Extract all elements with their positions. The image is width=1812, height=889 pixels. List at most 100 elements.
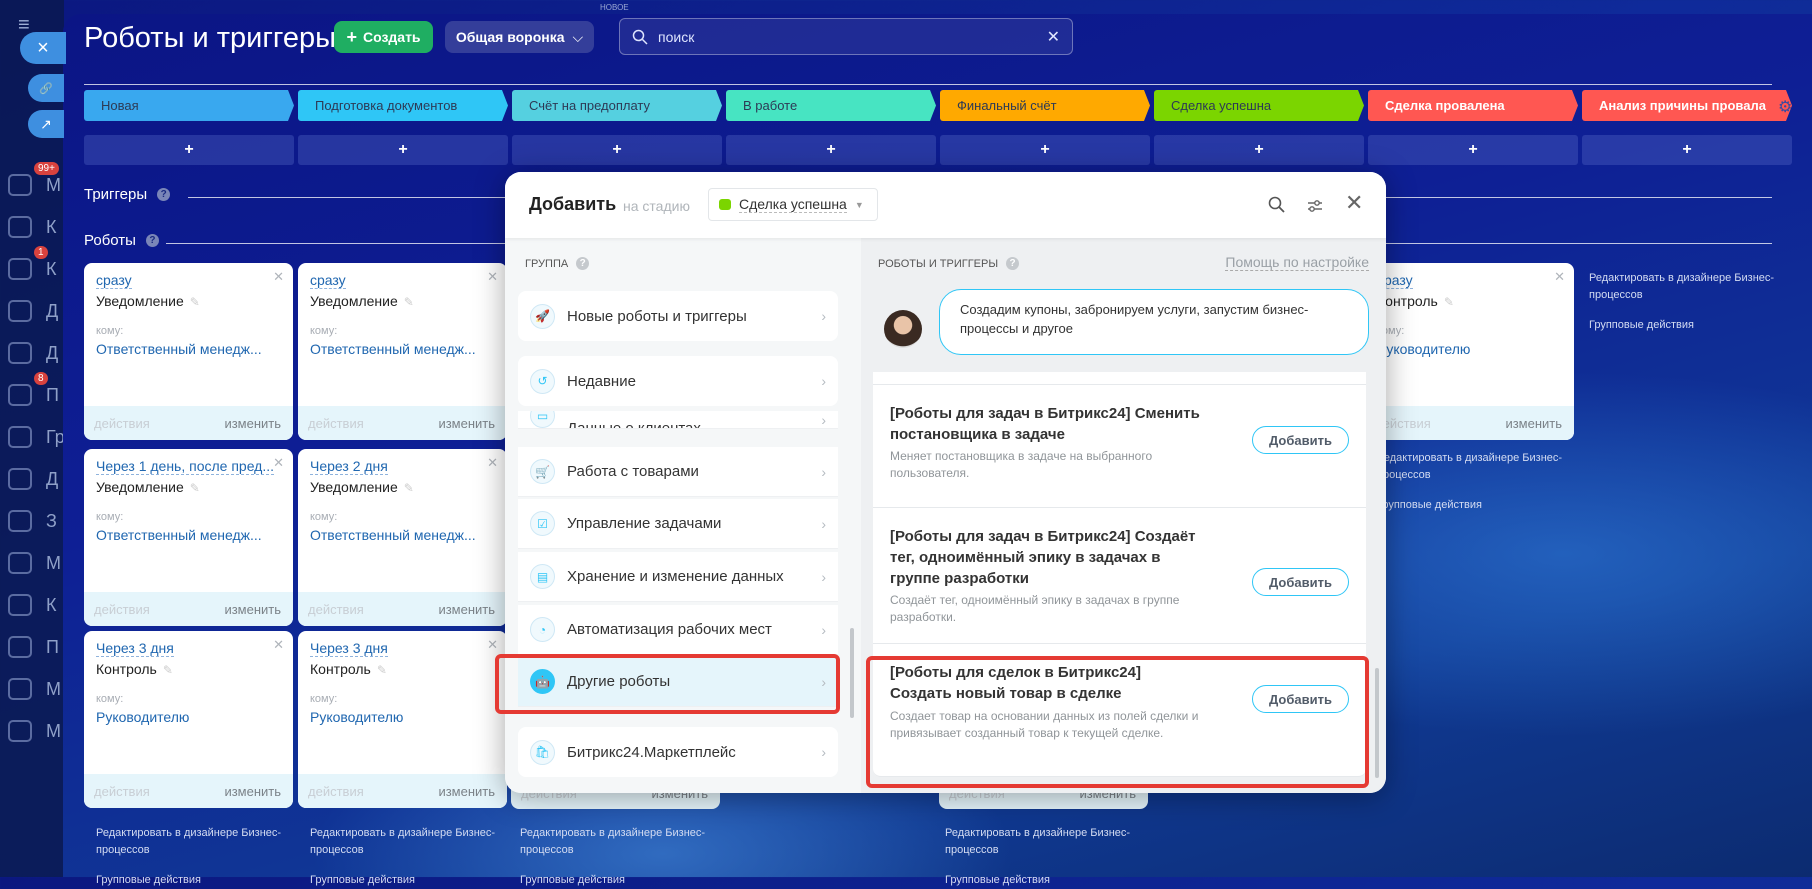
robot-card[interactable]: сразу ✕ Уведомление ✎ кому: Ответственный… bbox=[298, 263, 507, 440]
actions-link[interactable]: действия bbox=[94, 784, 150, 799]
actions-link[interactable]: действия bbox=[94, 416, 150, 431]
copy-link-button[interactable]: 🔗 bbox=[28, 74, 64, 102]
recipient-link[interactable]: Руководителю bbox=[1377, 341, 1470, 357]
add-robot-button[interactable]: Добавить bbox=[1252, 426, 1349, 454]
delete-icon[interactable]: ✕ bbox=[273, 455, 284, 471]
actions-link[interactable]: действия bbox=[308, 602, 364, 617]
close-icon[interactable]: ✕ bbox=[1345, 190, 1363, 216]
stage-column-header[interactable]: В работе bbox=[726, 90, 936, 121]
recipient-link[interactable]: Ответственный менедж... bbox=[310, 341, 476, 357]
stage-column-header[interactable]: Новая bbox=[84, 90, 294, 121]
add-trigger-button[interactable]: + bbox=[1582, 135, 1792, 165]
edit-in-designer-link[interactable]: Редактировать в дизайнере Бизнес-процесс… bbox=[1377, 450, 1577, 484]
add-trigger-button[interactable]: + bbox=[726, 135, 936, 165]
add-trigger-button[interactable]: + bbox=[512, 135, 722, 165]
edit-link[interactable]: изменить bbox=[438, 416, 495, 431]
recipient-link[interactable]: Ответственный менедж... bbox=[96, 527, 262, 543]
pencil-icon[interactable]: ✎ bbox=[190, 481, 200, 495]
edit-in-designer-link[interactable]: Редактировать в дизайнере Бизнес-процесс… bbox=[96, 825, 296, 859]
group-actions-link[interactable]: Групповые действия bbox=[96, 872, 296, 889]
recipient-link[interactable]: Руководителю bbox=[310, 709, 403, 725]
stage-column-header[interactable]: Сделка успешна bbox=[1154, 90, 1364, 121]
actions-link[interactable]: действия bbox=[94, 602, 150, 617]
pencil-icon[interactable]: ✎ bbox=[404, 481, 414, 495]
delete-icon[interactable]: ✕ bbox=[487, 455, 498, 471]
add-trigger-button[interactable]: + bbox=[1154, 135, 1364, 165]
stage-column-header[interactable]: Подготовка документов bbox=[298, 90, 508, 121]
open-new-window-button[interactable]: ↗ bbox=[28, 110, 64, 138]
delete-icon[interactable]: ✕ bbox=[1554, 269, 1565, 285]
help-setup-link[interactable]: Помощь по настройке bbox=[1225, 254, 1369, 271]
group-item[interactable]: 🛒 Работа с товарами › bbox=[518, 447, 838, 497]
actions-link[interactable]: действия bbox=[308, 416, 364, 431]
search-icon[interactable] bbox=[1268, 196, 1286, 214]
pencil-icon[interactable]: ✎ bbox=[1444, 295, 1454, 309]
scrollbar[interactable] bbox=[850, 628, 854, 718]
stage-column-header[interactable]: Анализ причины провала bbox=[1582, 90, 1792, 121]
add-trigger-button[interactable]: + bbox=[1368, 135, 1578, 165]
group-actions-link[interactable]: Групповые действия bbox=[310, 872, 510, 889]
group-actions-link[interactable]: Групповые действия bbox=[945, 872, 1145, 889]
edit-in-designer-link[interactable]: Редактировать в дизайнере Бизнес-процесс… bbox=[310, 825, 510, 859]
group-item[interactable]: 🛍 Битрикс24.Маркетплейс › bbox=[518, 727, 838, 777]
funnel-select[interactable]: Общая воронка ⌵ bbox=[445, 21, 594, 53]
stage-select[interactable]: Сделка успешна ▼ bbox=[708, 188, 878, 221]
robot-delay-link[interactable]: Через 1 день, после пред... bbox=[96, 458, 275, 475]
filter-settings-icon[interactable] bbox=[1306, 197, 1324, 215]
edit-link[interactable]: изменить bbox=[224, 784, 281, 799]
edit-link[interactable]: изменить bbox=[1505, 416, 1562, 431]
stage-column-header[interactable]: Финальный счёт bbox=[940, 90, 1150, 121]
robot-card[interactable]: сразу ✕ Уведомление ✎ кому: Ответственный… bbox=[84, 263, 293, 440]
edit-in-designer-link[interactable]: Редактировать в дизайнере Бизнес-процесс… bbox=[945, 825, 1145, 859]
group-item[interactable]: ▤ Хранение и изменение данных › bbox=[518, 552, 838, 602]
group-item[interactable]: ▭ Данные о клиентах › bbox=[518, 411, 838, 429]
group-item[interactable]: ☑ Управление задачами › bbox=[518, 499, 838, 549]
help-icon[interactable]: ? bbox=[157, 188, 171, 201]
group-actions-link[interactable]: Групповые действия bbox=[1589, 317, 1789, 334]
group-actions-link[interactable]: Групповые действия bbox=[1377, 497, 1577, 514]
delete-icon[interactable]: ✕ bbox=[273, 269, 284, 285]
create-button[interactable]: + Создать bbox=[334, 21, 433, 53]
pencil-icon[interactable]: ✎ bbox=[163, 663, 173, 677]
robot-card[interactable]: Через 2 дня ✕ Уведомление ✎ кому: Ответст… bbox=[298, 449, 507, 626]
edit-link[interactable]: изменить bbox=[224, 416, 281, 431]
robot-delay-link[interactable]: Через 3 дня bbox=[96, 640, 174, 657]
edit-link[interactable]: изменить bbox=[438, 602, 495, 617]
help-icon[interactable]: ? bbox=[1006, 257, 1020, 270]
add-trigger-button[interactable]: + bbox=[940, 135, 1150, 165]
robot-delay-link[interactable]: Через 3 дня bbox=[310, 640, 388, 657]
recipient-link[interactable]: Ответственный менедж... bbox=[310, 527, 476, 543]
delete-icon[interactable]: ✕ bbox=[487, 269, 498, 285]
settings-gear-icon[interactable]: ⚙ bbox=[1778, 97, 1792, 117]
pencil-icon[interactable]: ✎ bbox=[377, 663, 387, 677]
robot-delay-link[interactable]: сразу bbox=[96, 272, 132, 289]
actions-link[interactable]: действия bbox=[308, 784, 364, 799]
help-icon[interactable]: ? bbox=[576, 257, 590, 270]
pencil-icon[interactable]: ✎ bbox=[190, 295, 200, 309]
group-item[interactable]: ◔ Автоматизация рабочих мест › bbox=[518, 605, 838, 655]
recipient-link[interactable]: Ответственный менедж... bbox=[96, 341, 262, 357]
delete-icon[interactable]: ✕ bbox=[487, 637, 498, 653]
robot-card[interactable]: Через 3 дня ✕ Контроль ✎ кому: Руководите… bbox=[298, 631, 507, 808]
robot-card[interactable]: Через 3 дня ✕ Контроль ✎ кому: Руководите… bbox=[84, 631, 293, 808]
pencil-icon[interactable]: ✎ bbox=[404, 295, 414, 309]
robot-delay-link[interactable]: Через 2 дня bbox=[310, 458, 388, 475]
stage-column-header[interactable]: Счёт на предоплату bbox=[512, 90, 722, 121]
group-item[interactable]: ↺ Недавние › bbox=[518, 356, 838, 406]
slider-close-button[interactable]: × bbox=[20, 32, 66, 64]
help-icon[interactable]: ? bbox=[145, 234, 159, 247]
scrollbar[interactable] bbox=[1375, 668, 1379, 778]
edit-in-designer-link[interactable]: Редактировать в дизайнере Бизнес-процесс… bbox=[1589, 270, 1789, 304]
edit-link[interactable]: изменить bbox=[438, 784, 495, 799]
robot-card[interactable]: сразу ✕ Контроль ✎ кому: Руководителю дей… bbox=[1365, 263, 1574, 440]
recipient-link[interactable]: Руководителю bbox=[96, 709, 189, 725]
clear-search-icon[interactable]: ✕ bbox=[1047, 27, 1060, 47]
edit-in-designer-link[interactable]: Редактировать в дизайнере Бизнес-процесс… bbox=[520, 825, 720, 859]
add-robot-button[interactable]: Добавить bbox=[1252, 568, 1349, 596]
robot-card[interactable]: Через 1 день, после пред... ✕ Уведомлени… bbox=[84, 449, 293, 626]
add-trigger-button[interactable]: + bbox=[298, 135, 508, 165]
edit-link[interactable]: изменить bbox=[224, 602, 281, 617]
group-actions-link[interactable]: Групповые действия bbox=[520, 872, 720, 889]
robot-delay-link[interactable]: сразу bbox=[310, 272, 346, 289]
group-item[interactable]: 🚀 Новые роботы и триггеры › bbox=[518, 291, 838, 341]
